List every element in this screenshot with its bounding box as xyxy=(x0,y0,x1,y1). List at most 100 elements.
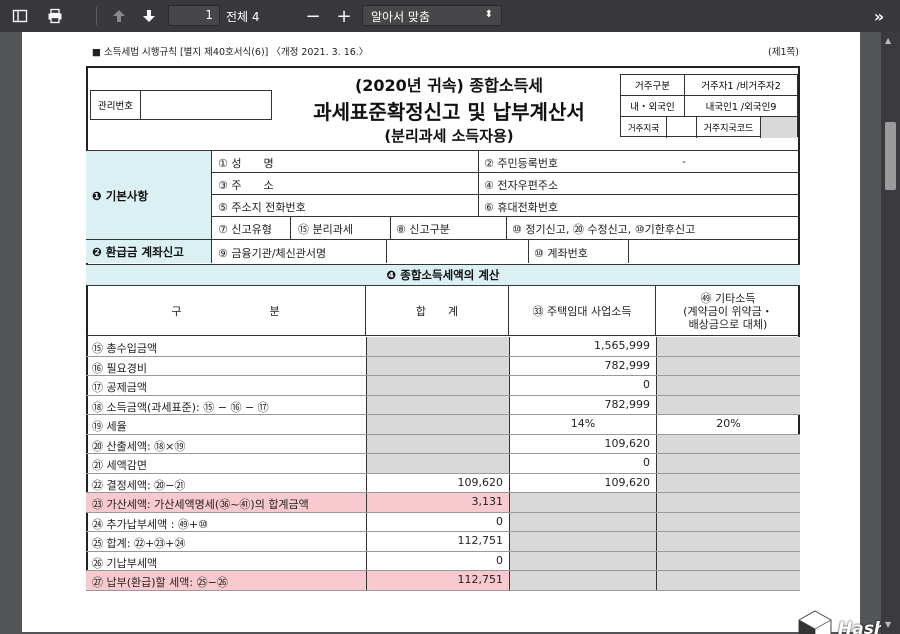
cell-rental: 0 xyxy=(509,454,656,473)
watermark: HashTag xyxy=(798,610,881,634)
cell-rental: 109,620 xyxy=(509,473,656,492)
cell-rental: 109,620 xyxy=(509,434,656,453)
previous-page-icon[interactable] xyxy=(108,5,130,27)
title-line-1: (2020년 귀속) 종합소득세 xyxy=(354,76,544,95)
cell-other xyxy=(656,337,800,356)
cell-total: 3,131 xyxy=(366,493,509,512)
basic-info-label: ❶ 기본사항 xyxy=(86,151,212,240)
table-row: ㉖ 기납부세액 0 xyxy=(86,551,800,571)
cell-other xyxy=(656,512,800,531)
sidebar-toggle-icon[interactable] xyxy=(9,5,31,27)
nationality-value: 내국인1 /외국인9 xyxy=(705,102,777,113)
residency-type-value: 거주자1 /비거주자2 xyxy=(701,81,781,92)
row-label: ⑯ 필요경비 xyxy=(92,361,147,375)
residency-type-label: 거주구분 xyxy=(621,75,685,95)
zoom-in-button[interactable]: + xyxy=(333,5,355,27)
table-row: ⑮ 총수입금액 1,565,999 xyxy=(86,337,800,357)
cell-rental: 782,999 xyxy=(509,395,656,414)
row-label: ⑲ 세율 xyxy=(92,420,127,433)
cell-other: 20% xyxy=(656,415,800,434)
cell-total: 112,751 xyxy=(366,532,509,551)
row-label: ㉒ 결정세액: ⑳−㉑ xyxy=(92,478,186,492)
cell-other xyxy=(656,473,800,492)
table-row: ㉗ 납부(환급)할 세액: ㉕−㉖ 112,751 xyxy=(86,571,800,591)
table-row: ⑯ 필요경비 782,999 xyxy=(86,356,800,376)
cell-total: 0 xyxy=(366,512,509,531)
row-label: ㉖ 기납부세액 xyxy=(92,556,158,570)
cell-total: 109,620 xyxy=(366,473,509,492)
rrn-separator: - xyxy=(682,155,686,168)
cell-total: 112,751 xyxy=(366,571,509,590)
cell-total xyxy=(366,395,509,414)
cell-other xyxy=(656,532,800,551)
cell-rental: 782,999 xyxy=(509,356,656,375)
col-other: ㊾ 기타소득 (계약금이 위약금・ 배상금으로 대체) xyxy=(656,286,800,336)
next-page-icon[interactable] xyxy=(138,5,160,27)
title-line-2: 과세표준확정신고 및 납부계산서 xyxy=(313,100,585,124)
scroll-thumb[interactable] xyxy=(885,122,896,190)
col-total: 합 계 xyxy=(366,286,509,336)
cell-total xyxy=(366,434,509,453)
row-label: ⑮ 총수입금액 xyxy=(92,342,158,355)
rrn-label: ② 주민등록번호 xyxy=(484,157,559,170)
cell-total xyxy=(366,376,509,395)
zoom-select[interactable]: 알아서 맞춤 ⬍ xyxy=(362,5,502,26)
form-title: (2020년 귀속) 종합소득세 과세표준확정신고 및 납부계산서 (분리과세 … xyxy=(284,72,614,146)
cell-other xyxy=(656,434,800,453)
cell-other xyxy=(656,356,800,375)
cell-total: 0 xyxy=(366,551,509,570)
pdf-page: ■ 소득세법 시행규칙 [별지 제40호서식(6)] 〈개정 2021. 3. … xyxy=(22,32,881,634)
table-row: ㉒ 결정세액: ⑳−㉑ 109,620 109,620 xyxy=(86,473,800,493)
country-code-label: 거주지국코드 xyxy=(697,117,761,138)
separate-tax-label: ⑮ 분리과세 xyxy=(298,223,353,236)
cell-rental: 1,565,999 xyxy=(509,337,656,356)
country-field xyxy=(667,117,697,138)
legal-reference: ■ 소득세법 시행규칙 [별지 제40호서식(6)] 〈개정 2021. 3. … xyxy=(92,47,369,58)
col-other-title: ㊾ 기타소득 xyxy=(700,291,756,305)
col-other-sub1: (계약금이 위약금・ xyxy=(683,304,773,318)
account-label: ⑩ 계좌번호 xyxy=(534,247,588,260)
management-number-field xyxy=(141,91,271,119)
cell-other xyxy=(656,454,800,473)
name-label: ① 성 명 xyxy=(218,157,274,170)
scroll-up-icon[interactable]: ▲ xyxy=(885,36,891,45)
zoom-out-button[interactable]: − xyxy=(302,5,324,27)
watermark-text: HashTag xyxy=(838,619,881,634)
cell-total xyxy=(366,415,509,434)
cell-total xyxy=(366,337,509,356)
toolbar-separator xyxy=(96,7,97,25)
row-label: ⑳ 산출세액: ⑱×⑲ xyxy=(92,439,186,453)
cell-total xyxy=(366,356,509,375)
hashtag-logo-icon xyxy=(798,610,832,634)
refund-account-label: ❷ 환급금 계좌신고 xyxy=(86,240,212,263)
page-number-input[interactable]: 1 xyxy=(168,5,220,26)
row-label: ㉕ 합계: ㉒+㉓+㉔ xyxy=(92,537,186,550)
report-options: ⑩ 정기신고, ⑳ 수정신고, ⑩기한후신고 xyxy=(512,223,696,236)
table-row: ㉔ 추가납부세액 : ㊾+⑩ 0 xyxy=(86,512,800,532)
table-row: ⑳ 산출세액: ⑱×⑲ 109,620 xyxy=(86,434,800,454)
basic-info-section: ❶ 기본사항 ① 성 명 ② 주민등록번호 - ③ 주 소 ④ 전자우편주소 ⑤… xyxy=(86,150,800,240)
cell-rental xyxy=(509,493,656,512)
nationality-row: 내・외국인 내국인1 /외국인9 xyxy=(621,96,797,117)
tools-menu-icon[interactable]: » xyxy=(868,5,890,27)
page-total: 전체 4 xyxy=(226,10,260,24)
phone-label: ⑤ 주소지 전화번호 xyxy=(218,201,306,214)
table-row: ㉓ 가산세액: 가산세액명세(㊱~㊶)의 합계금액 3,131 xyxy=(86,493,800,513)
country-label: 거주지국 xyxy=(621,117,667,138)
col-other-sub2: 배상금으로 대체) xyxy=(688,317,768,331)
cell-other xyxy=(656,571,800,590)
cell-other xyxy=(656,376,800,395)
nationality-label: 내・외국인 xyxy=(621,96,685,116)
cell-rental: 14% xyxy=(509,415,656,434)
cell-other xyxy=(656,493,800,512)
pdf-toolbar: 1 전체 4 − + 알아서 맞춤 ⬍ » xyxy=(0,0,900,32)
scroll-down-icon[interactable]: ▼ xyxy=(885,620,891,629)
mobile-label: ⑥ 휴대전화번호 xyxy=(484,201,559,214)
cell-rental: 0 xyxy=(509,376,656,395)
vertical-scrollbar[interactable]: ▲ ▼ xyxy=(881,32,900,634)
print-icon[interactable] xyxy=(44,5,66,27)
row-label: ㉑ 세액감면 xyxy=(92,459,147,472)
col-item: 구 분 xyxy=(86,286,366,336)
row-label: ㉓ 가산세액: 가산세액명세(㊱~㊶)의 합계금액 xyxy=(92,498,309,511)
col-rental: ㉝ 주택임대 사업소득 xyxy=(509,286,656,336)
